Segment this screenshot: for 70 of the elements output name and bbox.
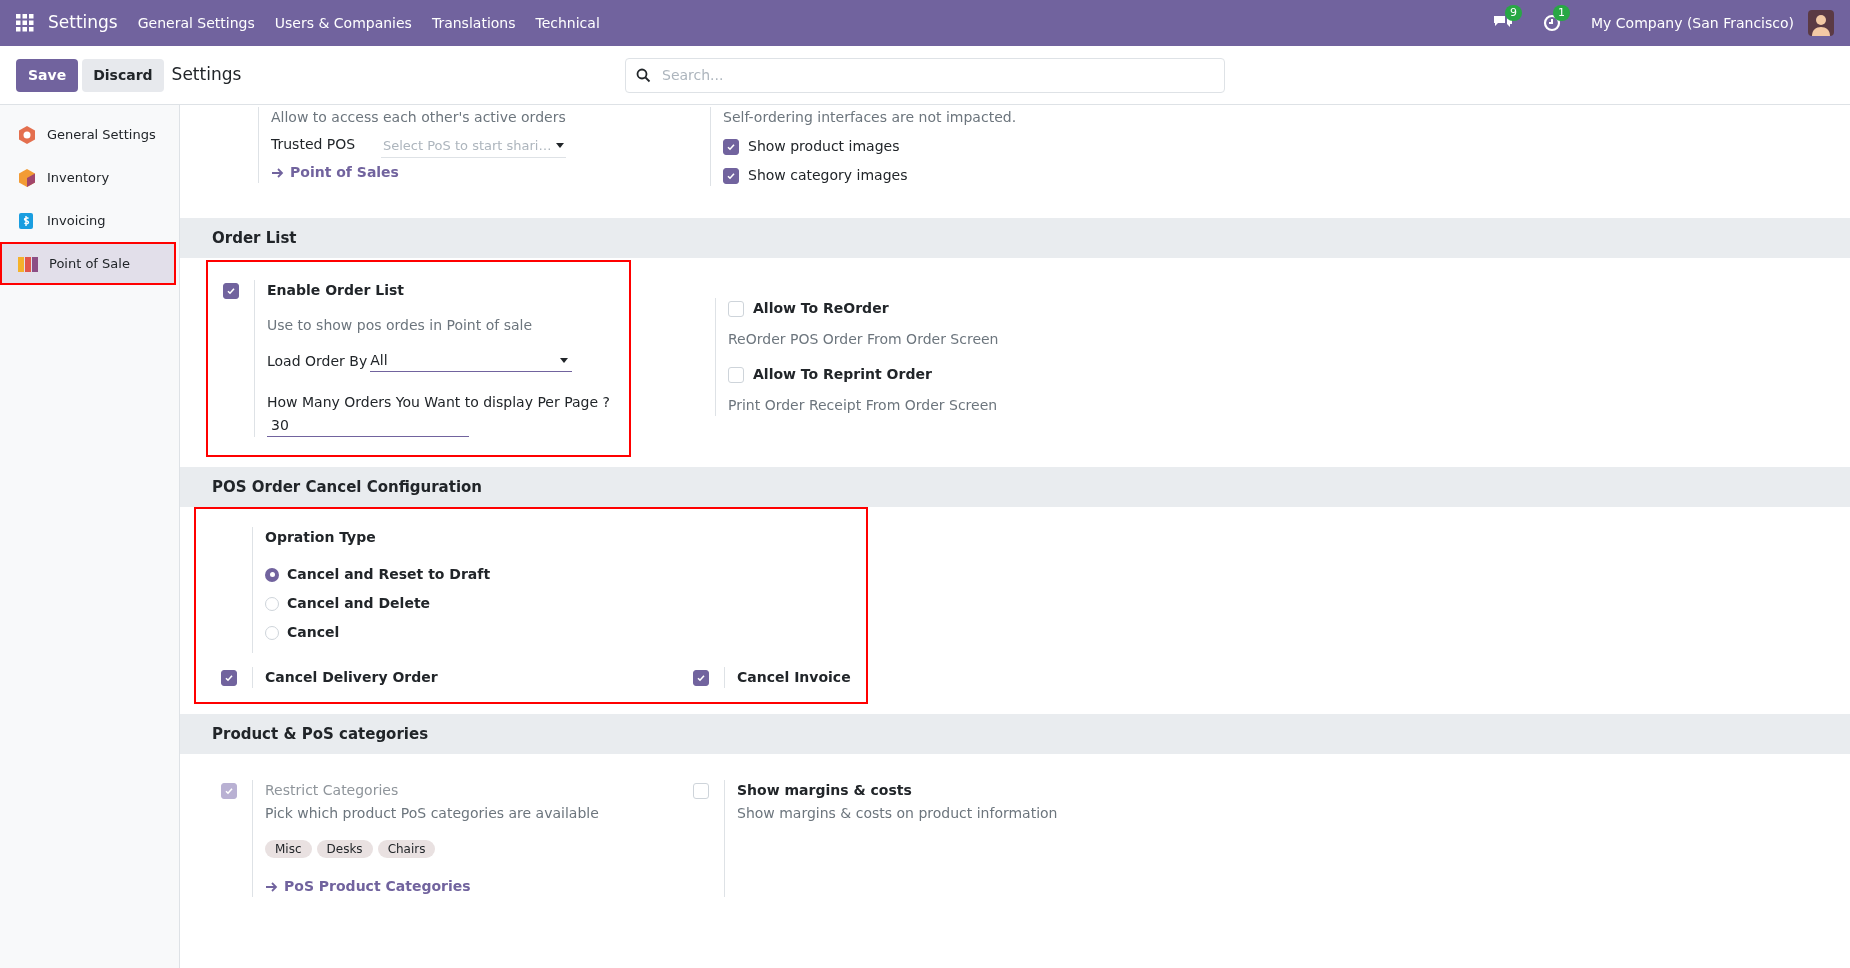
checkmark-icon bbox=[226, 286, 236, 296]
section-header: POS Order Cancel Configuration bbox=[180, 467, 1850, 507]
menu-item[interactable]: Translations bbox=[431, 12, 516, 34]
setting-description: Show margins & costs on product information bbox=[737, 804, 1059, 823]
checkmark-icon bbox=[726, 141, 736, 152]
setting-title: Cancel Delivery Order bbox=[265, 668, 439, 687]
arrow-right-icon bbox=[271, 166, 284, 179]
setting-title: Show margins & costs bbox=[737, 781, 913, 800]
field-label: Trusted POS bbox=[271, 135, 357, 154]
option-label: Show product images bbox=[748, 137, 900, 156]
checkmark-icon bbox=[726, 170, 736, 181]
hexagon-icon bbox=[17, 124, 37, 145]
category-tag: Misc bbox=[265, 840, 312, 858]
breadcrumb: Settings bbox=[171, 63, 242, 87]
apps-menu-icon[interactable] bbox=[16, 14, 34, 32]
setting-title: Restrict Categories bbox=[265, 781, 400, 800]
notification-badge: 9 bbox=[1505, 5, 1523, 21]
setting-description: Pick which product PoS categories are available bbox=[265, 804, 600, 823]
section-header: Product & PoS categories bbox=[180, 714, 1850, 754]
setting-description: Self-ordering interfaces are not impacted. bbox=[723, 108, 1018, 127]
field-label: Load Order By bbox=[267, 352, 368, 371]
checkbox[interactable] bbox=[221, 670, 237, 686]
radio-label: Cancel and Reset to Draft bbox=[287, 565, 491, 584]
point-of-sales-link[interactable]: Point of Sales bbox=[271, 162, 399, 183]
notification-badge: 1 bbox=[1553, 5, 1571, 21]
setting-description: Print Order Receipt From Order Screen bbox=[728, 396, 999, 415]
checkbox[interactable] bbox=[723, 167, 739, 184]
option-label: Show category images bbox=[748, 166, 908, 185]
company-switcher[interactable]: My Company (San Francisco) bbox=[1591, 12, 1794, 34]
field-label: How Many Orders You Want to display Per Page ? bbox=[267, 393, 611, 412]
caret-icon bbox=[560, 358, 569, 363]
save-button[interactable]: Save bbox=[16, 58, 79, 92]
section-header: Order List bbox=[180, 218, 1850, 258]
checkmark-icon bbox=[224, 673, 234, 683]
category-tag: Chairs bbox=[377, 840, 436, 858]
setting-description: Allow to access each other's active orders bbox=[271, 108, 567, 127]
checkbox[interactable] bbox=[223, 283, 239, 299]
setting-title: Cancel Invoice bbox=[737, 668, 852, 687]
setting-title: Opration Type bbox=[265, 528, 377, 547]
clock-icon[interactable] bbox=[1543, 14, 1562, 32]
checkbox[interactable] bbox=[693, 670, 709, 686]
menu-item[interactable]: General Settings bbox=[137, 12, 255, 34]
input-field[interactable]: 30 bbox=[267, 415, 469, 437]
checkmark-icon bbox=[224, 786, 234, 796]
radio-label: Cancel bbox=[287, 623, 340, 642]
app-title[interactable]: Settings bbox=[48, 10, 118, 36]
caret-icon bbox=[556, 143, 564, 148]
setting-title: Allow To ReOrder bbox=[753, 299, 889, 318]
search-field[interactable]: Search... bbox=[625, 57, 1225, 93]
sidebar-item[interactable]: Point of Sale bbox=[0, 242, 176, 285]
category-tag: Desks bbox=[316, 840, 373, 858]
arrow-right-icon bbox=[265, 880, 278, 893]
menu-item[interactable]: Users & Companies bbox=[274, 12, 412, 34]
setting-description: Use to show pos ordes in Point of sale bbox=[267, 316, 533, 335]
sidebar-item[interactable]: Invoicing bbox=[0, 199, 176, 242]
radio-button[interactable] bbox=[265, 567, 279, 582]
search-icon bbox=[636, 67, 651, 83]
sidebar-item[interactable]: General Settings bbox=[0, 113, 176, 156]
cube-icon bbox=[17, 167, 37, 188]
setting-description: ReOrder POS Order From Order Screen bbox=[728, 330, 999, 349]
setting-title: Enable Order List bbox=[267, 281, 405, 300]
menu-item[interactable]: Technical bbox=[535, 12, 600, 34]
checkmark-icon bbox=[696, 673, 706, 683]
sidebar-item[interactable]: Inventory bbox=[0, 156, 176, 199]
checkbox[interactable] bbox=[723, 138, 739, 155]
radio-label: Cancel and Delete bbox=[287, 594, 431, 613]
setting-title: Allow To Reprint Order bbox=[753, 365, 932, 384]
discard-button[interactable]: Discard bbox=[82, 58, 164, 92]
select-field[interactable]: All bbox=[370, 350, 573, 372]
avatar-icon[interactable] bbox=[1808, 10, 1834, 36]
